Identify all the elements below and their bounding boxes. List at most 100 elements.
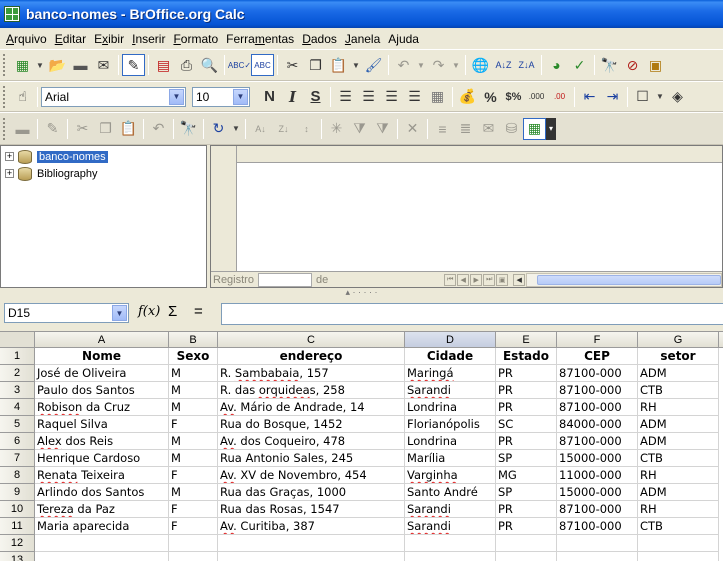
tree-item-banco-nomes[interactable]: + banco-nomes	[1, 148, 108, 165]
sum-button[interactable]: Σ	[168, 303, 177, 320]
table-cell[interactable]: Robison da Cruz	[35, 399, 169, 416]
table-cell[interactable]: SP	[496, 484, 557, 501]
scroll-left-icon[interactable]: ◀	[513, 273, 526, 286]
table-cell[interactable]: PR	[496, 518, 557, 535]
table-cell[interactable]: M	[169, 450, 218, 467]
chevron-down-icon[interactable]: ▼	[450, 54, 462, 76]
row-header[interactable]: 2	[0, 365, 35, 382]
row-header[interactable]: 1	[0, 348, 35, 365]
menu-ferramentas[interactable]: Ferramentas	[222, 32, 298, 46]
table-cell[interactable]: M	[169, 433, 218, 450]
table-cell[interactable]: ADM	[638, 365, 719, 382]
align-center-icon[interactable]: ☰	[357, 86, 380, 108]
column-title-cell[interactable]: Cidade	[405, 348, 496, 365]
column-title-cell[interactable]: CEP	[557, 348, 638, 365]
table-cell[interactable]: F	[169, 467, 218, 484]
menu-janela[interactable]: Janela	[341, 32, 384, 46]
add-decimal-button[interactable]: .000	[525, 86, 548, 108]
table-cell[interactable]	[638, 552, 719, 561]
row-header[interactable]: 4	[0, 399, 35, 416]
save-icon[interactable]: ▬	[69, 54, 92, 76]
table-cell[interactable]: Rua das Graças, 1000	[218, 484, 405, 501]
menu-arquivo[interactable]: Arquivo	[2, 32, 51, 46]
chart-icon[interactable]: ◕	[545, 54, 568, 76]
sort-descending-icon[interactable]: Z↓A	[515, 54, 538, 76]
table-cell[interactable]: Londrina	[405, 433, 496, 450]
edit-data-icon[interactable]: ✎	[41, 118, 64, 140]
table-cell[interactable]: Varginha	[405, 467, 496, 484]
table-cell[interactable]: Maria aparecida	[35, 518, 169, 535]
percent-button[interactable]: %	[479, 86, 502, 108]
standard-format-button[interactable]: $%	[502, 86, 525, 108]
next-record-icon[interactable]: ▶	[470, 273, 483, 286]
table-cell[interactable]: M	[169, 484, 218, 501]
row-header[interactable]: 13	[0, 552, 35, 561]
table-cell[interactable]: Sarandi	[405, 382, 496, 399]
table-cell[interactable]	[35, 535, 169, 552]
new-record-icon[interactable]: ▣	[496, 273, 509, 286]
table-cell[interactable]: F	[169, 518, 218, 535]
font-size-combo[interactable]: 10 ▼	[192, 86, 250, 107]
pane-splitter[interactable]: ▴ · · · · ·	[0, 287, 723, 297]
table-cell[interactable]: SC	[496, 416, 557, 433]
formula-input[interactable]	[221, 303, 723, 325]
column-title-cell[interactable]: Sexo	[169, 348, 218, 365]
row-header[interactable]: 7	[0, 450, 35, 467]
find-record-icon[interactable]: 🔭	[177, 118, 200, 140]
table-cell[interactable]: 87100-000	[557, 399, 638, 416]
chevron-down-icon[interactable]: ▾	[546, 117, 556, 140]
table-cell[interactable]: CTB	[638, 518, 719, 535]
menu-ajuda[interactable]: Ajuda	[384, 32, 423, 46]
table-cell[interactable]	[557, 535, 638, 552]
table-cell[interactable]: José de Oliveira	[35, 365, 169, 382]
spellcheck-icon[interactable]: ABC✓	[228, 54, 251, 76]
row-header[interactable]: 6	[0, 433, 35, 450]
borders-icon[interactable]: ☐	[631, 86, 654, 108]
table-cell[interactable]: 11000-000	[557, 467, 638, 484]
table-cell[interactable]: ADM	[638, 433, 719, 450]
name-box[interactable]: D15 ▼	[4, 303, 129, 323]
currency-icon[interactable]: 💰	[456, 86, 479, 108]
table-cell[interactable]: Alex dos Reis	[35, 433, 169, 450]
table-cell[interactable]: PR	[496, 382, 557, 399]
email-icon[interactable]: ✉	[92, 54, 115, 76]
refresh-icon[interactable]: ↻	[207, 118, 230, 140]
table-cell[interactable]: Marília	[405, 450, 496, 467]
paste-icon[interactable]: 📋	[327, 54, 350, 76]
styles-formatting-icon[interactable]: ☝	[11, 86, 34, 108]
open-folder-icon[interactable]: 📂	[46, 54, 69, 76]
function-wizard-icon[interactable]: f(x)	[138, 304, 160, 319]
merge-cells-icon[interactable]: ▦	[426, 86, 449, 108]
table-cell[interactable]: PR	[496, 433, 557, 450]
row-header[interactable]: 11	[0, 518, 35, 535]
select-all-corner[interactable]	[0, 332, 35, 348]
row-header[interactable]: 5	[0, 416, 35, 433]
background-color-icon[interactable]: ◈	[666, 86, 689, 108]
gallery-icon[interactable]: ▣	[644, 54, 667, 76]
table-cell[interactable]: Henrique Cardoso	[35, 450, 169, 467]
last-record-icon[interactable]: ⏭	[483, 273, 496, 286]
table-cell[interactable]	[496, 535, 557, 552]
edit-file-icon[interactable]: ✎	[122, 54, 145, 76]
table-cell[interactable]	[218, 535, 405, 552]
print-icon[interactable]: ⎙	[175, 54, 198, 76]
table-cell[interactable]: Rua das Rosas, 1547	[218, 501, 405, 518]
column-header-c[interactable]: C	[218, 332, 405, 348]
table-cell[interactable]: M	[169, 382, 218, 399]
draw-functions-icon[interactable]: ✓	[568, 54, 591, 76]
function-button[interactable]: =	[194, 303, 203, 320]
page-preview-icon[interactable]: 🔍	[198, 54, 221, 76]
data-to-fields-icon[interactable]: ≣	[454, 118, 477, 140]
table-cell[interactable]: RH	[638, 399, 719, 416]
table-cell[interactable]: Av. dos Coqueiro, 478	[218, 433, 405, 450]
table-cell[interactable]	[496, 552, 557, 561]
record-number-input[interactable]	[257, 272, 312, 287]
menu-editar[interactable]: Editar	[51, 32, 90, 46]
column-title-cell[interactable]: endereço	[218, 348, 405, 365]
toolbar-grip[interactable]	[3, 117, 7, 140]
column-title-cell[interactable]: setor	[638, 348, 719, 365]
column-title-cell[interactable]: Nome	[35, 348, 169, 365]
underline-button[interactable]: S	[304, 86, 327, 108]
table-cell[interactable]: Santo André	[405, 484, 496, 501]
table-cell[interactable]: 87100-000	[557, 433, 638, 450]
